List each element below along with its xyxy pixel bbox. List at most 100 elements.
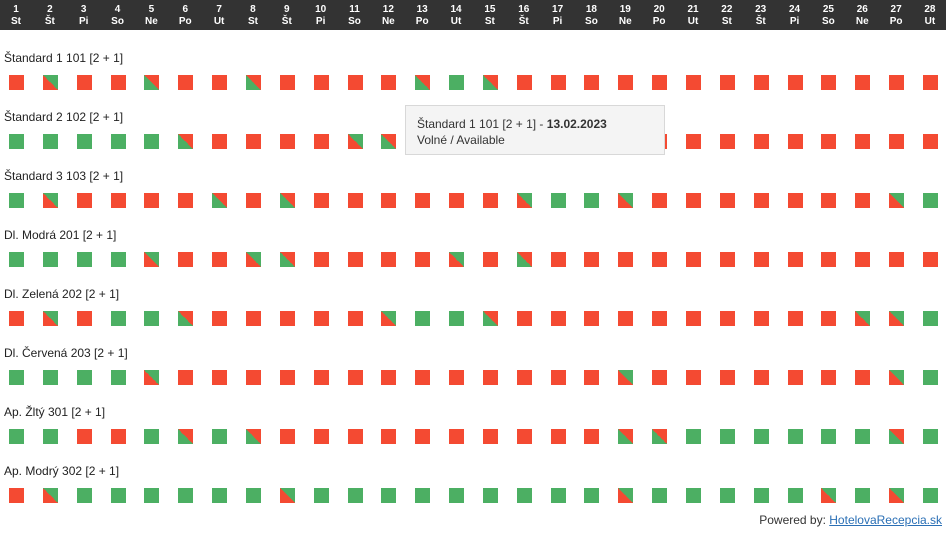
availability-cell[interactable] — [719, 311, 735, 326]
availability-cell[interactable] — [449, 75, 465, 90]
availability-cell[interactable] — [584, 75, 600, 90]
availability-cell[interactable] — [618, 252, 634, 267]
availability-cell[interactable] — [313, 370, 329, 385]
availability-cell[interactable] — [245, 193, 261, 208]
availability-cell[interactable] — [449, 370, 465, 385]
availability-cell[interactable] — [245, 252, 261, 267]
availability-cell[interactable] — [584, 252, 600, 267]
availability-cell[interactable] — [821, 370, 837, 385]
availability-cell[interactable] — [144, 75, 160, 90]
availability-cell[interactable] — [245, 75, 261, 90]
availability-cell[interactable] — [76, 193, 92, 208]
availability-cell[interactable] — [482, 311, 498, 326]
availability-cell[interactable] — [110, 429, 126, 444]
availability-cell[interactable] — [719, 370, 735, 385]
availability-cell[interactable] — [178, 252, 194, 267]
availability-cell[interactable] — [76, 134, 92, 149]
availability-cell[interactable] — [889, 488, 905, 503]
availability-cell[interactable] — [415, 488, 431, 503]
availability-cell[interactable] — [618, 370, 634, 385]
availability-cell[interactable] — [9, 193, 24, 208]
availability-cell[interactable] — [719, 429, 735, 444]
availability-cell[interactable] — [618, 488, 634, 503]
availability-cell[interactable] — [178, 193, 194, 208]
availability-cell[interactable] — [9, 252, 24, 267]
availability-cell[interactable] — [516, 75, 532, 90]
availability-cell[interactable] — [449, 311, 465, 326]
availability-cell[interactable] — [313, 134, 329, 149]
availability-cell[interactable] — [178, 488, 194, 503]
availability-cell[interactable] — [719, 252, 735, 267]
availability-cell[interactable] — [144, 488, 160, 503]
availability-cell[interactable] — [922, 193, 938, 208]
availability-cell[interactable] — [618, 75, 634, 90]
availability-cell[interactable] — [245, 488, 261, 503]
availability-cell[interactable] — [212, 429, 228, 444]
availability-cell[interactable] — [415, 75, 431, 90]
availability-cell[interactable] — [652, 252, 668, 267]
availability-cell[interactable] — [516, 311, 532, 326]
availability-cell[interactable] — [753, 75, 769, 90]
availability-cell[interactable] — [144, 311, 160, 326]
availability-cell[interactable] — [889, 429, 905, 444]
availability-cell[interactable] — [855, 370, 871, 385]
availability-cell[interactable] — [753, 252, 769, 267]
availability-cell[interactable] — [9, 429, 24, 444]
availability-cell[interactable] — [144, 252, 160, 267]
availability-cell[interactable] — [245, 311, 261, 326]
availability-cell[interactable] — [787, 252, 803, 267]
availability-cell[interactable] — [550, 252, 566, 267]
availability-cell[interactable] — [753, 429, 769, 444]
availability-cell[interactable] — [821, 252, 837, 267]
availability-cell[interactable] — [550, 311, 566, 326]
availability-cell[interactable] — [855, 134, 871, 149]
availability-cell[interactable] — [415, 370, 431, 385]
availability-cell[interactable] — [550, 75, 566, 90]
availability-cell[interactable] — [347, 311, 363, 326]
availability-cell[interactable] — [110, 370, 126, 385]
availability-cell[interactable] — [110, 311, 126, 326]
availability-cell[interactable] — [347, 252, 363, 267]
availability-cell[interactable] — [110, 488, 126, 503]
availability-cell[interactable] — [652, 488, 668, 503]
availability-cell[interactable] — [313, 75, 329, 90]
availability-cell[interactable] — [279, 311, 295, 326]
availability-cell[interactable] — [652, 429, 668, 444]
availability-cell[interactable] — [313, 311, 329, 326]
availability-cell[interactable] — [584, 429, 600, 444]
availability-cell[interactable] — [821, 429, 837, 444]
availability-cell[interactable] — [482, 370, 498, 385]
availability-cell[interactable] — [652, 311, 668, 326]
availability-cell[interactable] — [381, 488, 397, 503]
availability-cell[interactable] — [381, 311, 397, 326]
availability-cell[interactable] — [279, 75, 295, 90]
availability-cell[interactable] — [9, 75, 24, 90]
availability-cell[interactable] — [584, 311, 600, 326]
availability-cell[interactable] — [753, 370, 769, 385]
availability-cell[interactable] — [449, 193, 465, 208]
availability-cell[interactable] — [178, 370, 194, 385]
availability-cell[interactable] — [381, 75, 397, 90]
availability-cell[interactable] — [719, 193, 735, 208]
availability-cell[interactable] — [550, 370, 566, 385]
availability-cell[interactable] — [110, 193, 126, 208]
availability-cell[interactable] — [347, 134, 363, 149]
availability-cell[interactable] — [787, 311, 803, 326]
availability-cell[interactable] — [516, 252, 532, 267]
availability-cell[interactable] — [381, 134, 397, 149]
availability-cell[interactable] — [922, 252, 938, 267]
availability-cell[interactable] — [110, 134, 126, 149]
availability-cell[interactable] — [212, 75, 228, 90]
availability-cell[interactable] — [516, 429, 532, 444]
availability-cell[interactable] — [787, 193, 803, 208]
availability-cell[interactable] — [652, 370, 668, 385]
availability-cell[interactable] — [42, 252, 58, 267]
availability-cell[interactable] — [178, 311, 194, 326]
availability-cell[interactable] — [9, 370, 24, 385]
availability-cell[interactable] — [482, 252, 498, 267]
availability-cell[interactable] — [347, 75, 363, 90]
availability-cell[interactable] — [652, 193, 668, 208]
availability-cell[interactable] — [516, 370, 532, 385]
availability-cell[interactable] — [76, 75, 92, 90]
availability-cell[interactable] — [76, 370, 92, 385]
